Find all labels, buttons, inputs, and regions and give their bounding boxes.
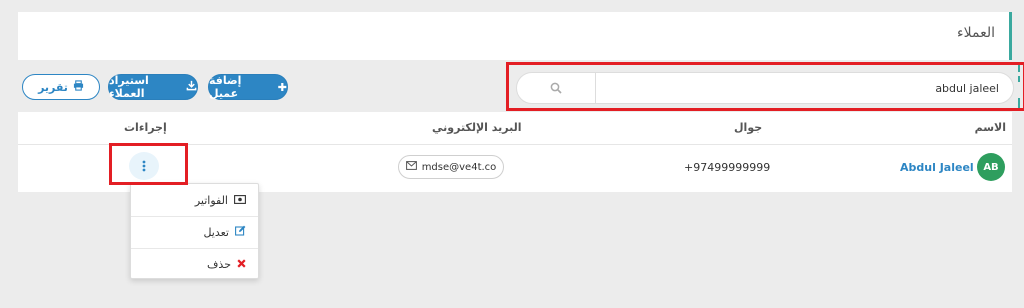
add-customer-button[interactable]: إضافة عميل ✚ — [208, 74, 288, 100]
menu-item-invoices[interactable]: الفواتير — [131, 185, 258, 215]
table-divider — [18, 144, 1012, 145]
delete-icon — [237, 258, 246, 271]
email-icon — [405, 161, 417, 173]
add-customer-label: إضافة عميل — [209, 74, 242, 100]
column-header-name: الاسم — [974, 121, 1006, 134]
menu-item-label: تعديل — [203, 225, 229, 239]
avatar: AB — [977, 153, 1005, 181]
column-header-mobile: جوال — [734, 121, 763, 134]
actions-menu-button[interactable] — [129, 152, 159, 180]
accent-mark — [1018, 76, 1020, 82]
menu-item-edit[interactable]: تعديل — [131, 217, 258, 247]
import-customers-button[interactable]: استيراد العملاء — [108, 74, 198, 100]
plus-icon: ✚ — [277, 80, 287, 94]
page-header: العملاء — [18, 12, 1012, 60]
download-icon — [186, 80, 197, 94]
column-header-email: البريد الإلكتروني — [432, 121, 522, 134]
email-chip[interactable]: mdse@ve4t.co — [398, 155, 504, 179]
page-title: العملاء — [957, 25, 995, 41]
menu-item-label: حذف — [207, 257, 231, 271]
accent-mark — [1018, 62, 1020, 72]
more-vertical-icon — [142, 157, 146, 176]
actions-dropdown: الفواتير تعديل حذف — [130, 183, 259, 279]
accent-mark — [1018, 98, 1020, 108]
customer-email: mdse@ve4t.co — [421, 161, 497, 173]
edit-icon — [235, 225, 246, 239]
customer-mobile: +97499999999 — [684, 161, 771, 174]
column-header-actions: إجراءات — [124, 121, 167, 134]
search-input[interactable] — [597, 73, 1009, 103]
search-bar — [516, 72, 1014, 104]
report-label: تقرير — [38, 80, 68, 94]
search-icon — [550, 79, 562, 98]
print-icon — [73, 80, 84, 94]
import-customers-label: استيراد العملاء — [109, 74, 149, 100]
invoice-icon — [234, 194, 246, 207]
report-button[interactable]: تقرير — [22, 74, 100, 100]
customer-name-link[interactable]: Abdul Jaleel — [900, 161, 974, 174]
search-button[interactable] — [517, 73, 596, 103]
menu-item-label: الفواتير — [194, 193, 228, 207]
menu-item-delete[interactable]: حذف — [131, 249, 258, 279]
